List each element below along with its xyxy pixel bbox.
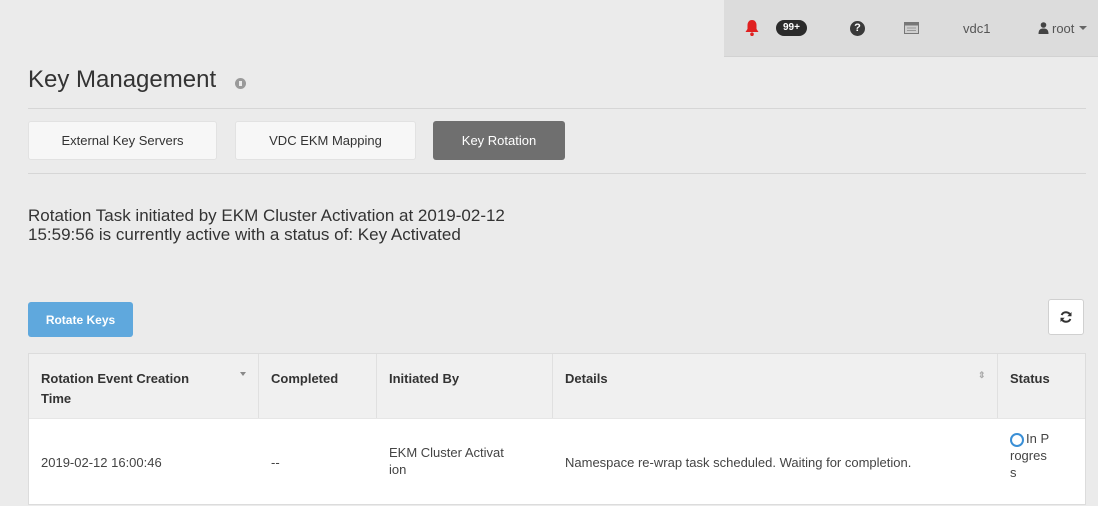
caret-down-icon <box>1079 26 1088 30</box>
rotate-keys-button[interactable]: Rotate Keys <box>28 302 133 337</box>
user-icon <box>1038 22 1049 34</box>
cell-status: In P rogres s <box>998 418 1085 504</box>
key-rotation-table: Rotation Event Creation Time Completed I… <box>28 353 1086 505</box>
cell-text: Namespace re-wrap task scheduled. Waitin… <box>565 455 912 470</box>
cell-text: In P <box>1026 431 1050 446</box>
header-label: Initiated By <box>389 371 460 386</box>
rotation-status-message: Rotation Task initiated by EKM Cluster A… <box>28 206 648 244</box>
status-message-line: 15:59:56 is currently active with a stat… <box>28 225 461 244</box>
tab-key-rotation[interactable]: Key Rotation <box>433 121 565 160</box>
notification-count-badge[interactable]: 99+ <box>776 20 807 36</box>
cell-text: s <box>1010 465 1017 480</box>
column-header-details[interactable]: Details ⇕ <box>553 354 998 418</box>
user-name: root <box>1052 20 1075 36</box>
status-message-line: Rotation Task initiated by EKM Cluster A… <box>28 206 505 225</box>
page-title: Key Management <box>28 66 217 93</box>
tab-vdc-ekm-mapping[interactable]: VDC EKM Mapping <box>235 121 416 160</box>
in-progress-icon <box>1010 432 1024 447</box>
cell-text: 2019-02-12 16:00:46 <box>41 455 162 470</box>
column-header-initiated-by[interactable]: Initiated By <box>377 354 553 418</box>
cell-creation-time: 2019-02-12 16:00:46 <box>29 418 259 504</box>
cell-details: Namespace re-wrap task scheduled. Waitin… <box>553 418 998 504</box>
divider <box>28 173 1086 174</box>
cell-text: -- <box>271 455 280 470</box>
cell-text: ion <box>389 462 407 477</box>
cell-initiated-by: EKM Cluster Activat ion <box>377 418 553 504</box>
header-label: Completed <box>271 371 339 386</box>
user-menu[interactable]: root <box>1038 0 1088 56</box>
cell-text: EKM Cluster Activat <box>389 445 504 460</box>
cell-completed: -- <box>259 418 377 504</box>
header-label: Rotation Event Creation <box>41 371 190 386</box>
help-icon: ? <box>850 20 865 36</box>
vdc-selector[interactable]: vdc1 <box>963 0 990 56</box>
sort-icon: ⇕ <box>978 370 986 380</box>
notifications-button[interactable] <box>744 0 760 56</box>
sort-desc-icon <box>240 372 246 376</box>
console-icon <box>904 22 919 34</box>
refresh-button[interactable] <box>1048 299 1084 335</box>
header-label: Details <box>565 371 608 386</box>
column-header-completed[interactable]: Completed <box>259 354 377 418</box>
top-nav-bar: 99+ ? vdc1 root <box>724 0 1098 57</box>
info-icon[interactable] <box>235 78 246 89</box>
column-header-creation-time[interactable]: Rotation Event Creation Time <box>29 354 259 418</box>
bell-icon <box>745 20 759 36</box>
header-label: Status <box>1010 371 1050 386</box>
refresh-icon <box>1060 311 1072 323</box>
cell-text: rogres <box>1010 448 1047 463</box>
help-button[interactable]: ? <box>850 0 865 56</box>
tab-external-key-servers[interactable]: External Key Servers <box>28 121 217 160</box>
column-header-status[interactable]: Status <box>998 354 1085 418</box>
header-label: Time <box>41 391 72 406</box>
divider <box>28 108 1086 109</box>
console-button[interactable] <box>904 0 919 56</box>
